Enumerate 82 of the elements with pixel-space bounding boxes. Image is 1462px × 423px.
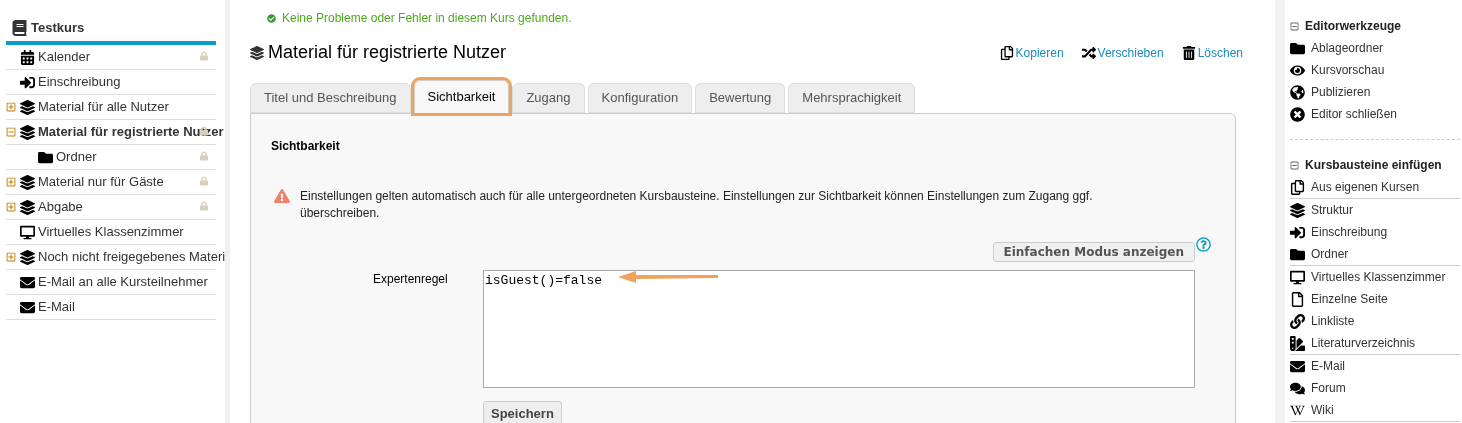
sidebar-item[interactable]: Aus eigenen Kursen bbox=[1311, 178, 1420, 196]
copy-icon bbox=[999, 45, 1014, 60]
close-icon bbox=[1290, 106, 1305, 122]
enter-icon bbox=[20, 74, 35, 90]
sidebar-item[interactable]: Literaturverzeichnis bbox=[1311, 334, 1416, 352]
sidebar-item[interactable]: E-Mail bbox=[1311, 357, 1345, 375]
calendar-icon bbox=[20, 49, 35, 65]
expand-icon[interactable] bbox=[6, 102, 16, 112]
action-link[interactable]: Löschen bbox=[1181, 43, 1243, 62]
envelope-icon bbox=[1290, 358, 1305, 374]
monitor-icon bbox=[1290, 269, 1305, 285]
tree-item[interactable]: Einschreibung bbox=[38, 72, 121, 92]
monitor-icon bbox=[20, 224, 35, 240]
course-title[interactable]: Testkurs bbox=[31, 18, 85, 38]
tab[interactable]: Zugang bbox=[512, 83, 585, 113]
warning-icon bbox=[274, 189, 290, 203]
sidebar-item[interactable]: Ordner bbox=[1311, 245, 1349, 263]
check-icon bbox=[267, 13, 276, 23]
tree-item[interactable]: Material für alle Nutzer bbox=[38, 97, 169, 117]
tab[interactable]: Sichtbarkeit bbox=[413, 80, 510, 113]
status-message: Keine Probleme oder Fehler in diesem Kurs gefunden. bbox=[282, 10, 572, 27]
tree-item[interactable]: Ordner bbox=[56, 147, 97, 167]
sidebar-item[interactable]: Kursvorschau bbox=[1311, 61, 1385, 79]
layers-icon bbox=[1290, 202, 1305, 218]
sidebar-item[interactable]: Wiki bbox=[1311, 401, 1334, 419]
section-title: Editorwerkzeuge bbox=[1305, 18, 1402, 35]
page-icon bbox=[1290, 291, 1305, 307]
panel-heading: Sichtbarkeit bbox=[271, 138, 341, 155]
globe-icon bbox=[1290, 84, 1305, 100]
tree-item[interactable]: E-Mail an alle Kursteilnehmer bbox=[38, 272, 208, 292]
expand-icon[interactable] bbox=[6, 202, 16, 212]
save-button[interactable]: Speichern bbox=[483, 401, 562, 423]
collapse-icon[interactable] bbox=[6, 127, 16, 137]
folder-icon bbox=[1290, 40, 1305, 56]
expand-icon[interactable] bbox=[6, 252, 16, 262]
layers-icon bbox=[20, 199, 35, 215]
sidebar-item[interactable]: Editor schließen bbox=[1311, 105, 1398, 123]
trash-icon bbox=[1181, 45, 1196, 60]
sidebar-item[interactable]: Publizieren bbox=[1311, 83, 1371, 101]
help-icon[interactable] bbox=[1196, 237, 1211, 252]
sidebar-item[interactable]: Linkliste bbox=[1311, 312, 1355, 330]
sidebar-item[interactable]: Einschreibung bbox=[1311, 223, 1388, 241]
shuffle-icon bbox=[1081, 45, 1096, 60]
layers-icon bbox=[250, 45, 264, 60]
link-icon bbox=[1290, 313, 1305, 329]
copy-icon bbox=[1290, 179, 1305, 195]
action-link[interactable]: Kopieren bbox=[999, 43, 1064, 62]
layers-icon bbox=[20, 99, 35, 115]
envelope-icon bbox=[20, 299, 35, 315]
sidebar-item[interactable]: Virtuelles Klassenzimmer bbox=[1311, 268, 1446, 286]
folder-icon bbox=[1290, 246, 1305, 262]
expert-rule-field[interactable]: isGuest()=false bbox=[483, 270, 1195, 388]
folder-icon bbox=[38, 149, 53, 165]
action-link[interactable]: Verschieben bbox=[1081, 43, 1164, 62]
section-title: Kursbausteine einfügen bbox=[1305, 157, 1442, 174]
enter-icon bbox=[1290, 224, 1305, 240]
books-icon bbox=[1290, 335, 1305, 351]
tab[interactable]: Konfiguration bbox=[587, 83, 693, 113]
node-title: Material für registrierte Nutzer bbox=[268, 41, 507, 64]
warning-text: Einstellungen gelten automatisch auch für alle untergeordneten Kursbausteine. Einstellungen zur Sichtbarkeit können Einstellungen zum Zugang ggf. überschreiben. bbox=[300, 188, 1094, 222]
tree-item[interactable]: Kalender bbox=[38, 47, 91, 67]
tab[interactable]: Titel und Beschreibung bbox=[250, 83, 411, 113]
field-label: Expertenregel bbox=[372, 271, 449, 288]
layers-icon bbox=[20, 124, 35, 140]
envelope-icon bbox=[20, 274, 35, 290]
tree-item[interactable]: Material nur für Gäste bbox=[38, 172, 164, 192]
sidebar-item[interactable]: Einzelne Seite bbox=[1311, 290, 1388, 308]
sidebar-item[interactable]: Struktur bbox=[1311, 201, 1353, 219]
tree-item[interactable]: Noch nicht freigegebenes Materi bbox=[38, 247, 226, 267]
speech-bubble-icon bbox=[1290, 380, 1305, 396]
tree-item[interactable]: E-Mail bbox=[38, 297, 75, 317]
tab[interactable]: Bewertung bbox=[695, 83, 786, 113]
sidebar-item[interactable]: Forum bbox=[1311, 379, 1346, 397]
tree-item[interactable]: Virtuelles Klassenzimmer bbox=[38, 222, 184, 242]
layers-icon bbox=[20, 174, 35, 190]
tree-item[interactable]: Abgabe bbox=[38, 197, 83, 217]
sidebar-item[interactable]: Ablageordner bbox=[1311, 39, 1384, 57]
layers-icon bbox=[20, 249, 35, 265]
expand-icon[interactable] bbox=[6, 177, 16, 187]
book-icon bbox=[12, 20, 27, 36]
tab[interactable]: Mehrsprachigkeit bbox=[788, 83, 916, 113]
simple-mode-button[interactable]: Einfachen Modus anzeigen bbox=[992, 242, 1195, 262]
